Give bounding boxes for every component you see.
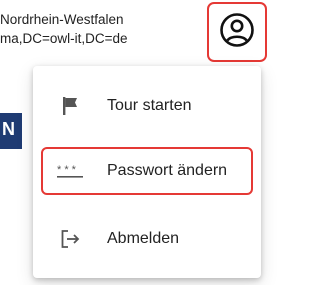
menu-item-abmelden[interactable]: Abmelden	[33, 215, 261, 263]
password-icon: * * *	[55, 163, 85, 179]
user-info: Nordrhein-Westfalen ma,DC=owl-it,DC=de	[0, 10, 128, 48]
menu-item-label: Passwort ändern	[107, 162, 228, 179]
svg-text:* * *: * * *	[57, 164, 77, 176]
user-dropdown-menu: Tour starten * * * Passwort ändern Abmel…	[33, 66, 261, 278]
user-menu-button[interactable]	[207, 2, 267, 62]
background-banner: N	[0, 113, 22, 149]
user-region: Nordrhein-Westfalen	[0, 12, 124, 27]
menu-item-label: Abmelden	[107, 230, 180, 247]
menu-item-tour-starten[interactable]: Tour starten	[33, 82, 261, 130]
user-dn: ma,DC=owl-it,DC=de	[0, 31, 128, 46]
account-circle-icon	[219, 12, 255, 53]
menu-item-label: Tour starten	[107, 97, 192, 114]
logout-icon	[55, 228, 85, 250]
menu-item-passwort-aendern[interactable]: * * * Passwort ändern	[41, 147, 253, 195]
banner-letter: N	[2, 119, 15, 139]
flag-icon	[55, 95, 85, 117]
